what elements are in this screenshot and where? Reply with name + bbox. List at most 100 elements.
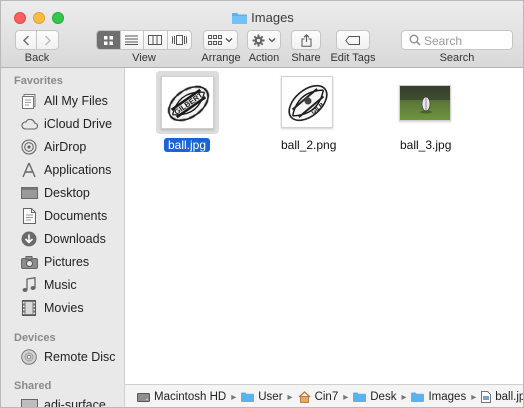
folder-icon [232,12,248,27]
movies-icon [20,300,38,316]
file-thumbnail-ball-2-png[interactable]: GILB [281,76,333,128]
share-icon [301,33,311,47]
airdrop-icon [20,139,38,155]
chevron-right-icon: ▸ [401,391,407,403]
all-files-icon [20,93,38,109]
sidebar-item-label: Desktop [44,186,90,200]
sidebar-item-label: Applications [44,163,112,177]
file-thumbnail-ball-jpg[interactable]: GILBERT [161,76,214,129]
chevron-down-icon [225,38,233,43]
path-item-macintosh-hd[interactable]: Macintosh HD [137,391,226,403]
cover-flow-button[interactable] [168,31,191,49]
path-item-label: Desk [370,391,397,403]
ball-on-grass-image [400,86,450,120]
sidebar-item-airdrop[interactable]: AirDrop [1,136,124,158]
sidebar-item-remote-disc[interactable]: Remote Disc [1,346,124,368]
sidebar-item-documents[interactable]: Documents [1,205,124,227]
downloads-icon [20,231,38,247]
window-title: Images [1,10,523,27]
arrange-label: Arrange [201,52,241,64]
path-item-label: Cin7 [314,391,339,403]
cloud-icon [20,116,38,132]
path-item-desktop[interactable]: Desk [353,391,396,403]
sidebar-item-pictures[interactable]: Pictures [1,251,124,273]
back-forward-control [15,30,59,50]
sidebar-item-music[interactable]: Music [1,274,124,296]
columns-icon [148,35,163,45]
path-bar: Macintosh HD ▸ User ▸ Cin7 ▸ Desk ▸ Imag… [125,384,523,407]
sidebar-item-label: Movies [44,301,84,315]
sidebar-item-movies[interactable]: Movies [1,297,124,319]
sidebar-item-label: Remote Disc [44,350,116,364]
sidebar-item-label: AirDrop [44,140,87,154]
file-icon [481,391,492,403]
hard-drive-icon [137,392,150,403]
network-icon [20,397,38,407]
search-field[interactable] [401,30,513,50]
list-icon [125,35,139,45]
back-button[interactable] [16,31,38,49]
cover-flow-icon [171,35,187,45]
devices-header: Devices [14,332,56,344]
sidebar-item-label: Downloads [44,232,106,246]
folder-icon [353,392,367,402]
path-item-users[interactable]: User [241,391,283,403]
share-button[interactable] [291,30,321,50]
action-button[interactable] [247,30,281,50]
file-name-ball-2-png[interactable]: ball_2.png [281,138,336,152]
sidebar-item-icloud-drive[interactable]: iCloud Drive [1,113,124,135]
arrange-grid-icon [208,34,222,45]
tag-icon [345,35,360,45]
path-item-home[interactable]: Cin7 [298,391,339,403]
grid-icon [103,35,113,45]
chevron-down-icon [268,38,276,43]
sidebar-item-label: Music [44,278,77,292]
rugby-ball-image: GILB [282,77,332,127]
finder-window: Images Back View Arrange Action Share Ed… [0,0,524,408]
gear-icon [252,34,265,46]
icon-view-button[interactable] [97,31,121,49]
edit-tags-label: Edit Tags [330,52,376,64]
arrange-button[interactable] [203,30,238,50]
search-input[interactable] [424,33,510,48]
list-view-button[interactable] [121,31,144,49]
view-label: View [132,52,156,64]
chevron-right-icon: ▸ [343,391,349,403]
desktop-icon [20,185,38,201]
search-label: Search [439,52,475,64]
path-item-label: Macintosh HD [154,391,227,403]
edit-tags-button[interactable] [336,30,370,50]
path-item-ball-jpg[interactable]: ball.jpg [481,391,523,403]
sidebar-item-label: Pictures [44,255,90,269]
file-name-ball-3-jpg[interactable]: ball_3.jpg [400,138,451,152]
sidebar-item-applications[interactable]: Applications [1,159,124,181]
chevron-right-icon: ▸ [287,391,293,403]
sidebar: Favorites All My Files iCloud Drive AirD… [1,68,125,408]
sidebar-item-label: All My Files [44,94,108,108]
sidebar-item-label: Documents [44,209,108,223]
documents-icon [20,208,38,224]
path-item-images[interactable]: Images [411,391,466,403]
pictures-icon [20,254,38,270]
file-name-ball-jpg[interactable]: ball.jpg [164,138,211,152]
toolbar: Images Back View Arrange Action Share Ed… [1,1,523,68]
sidebar-item-all-my-files[interactable]: All My Files [1,90,124,112]
chevron-right-icon: ▸ [471,391,477,403]
path-item-label: ball.jpg [495,391,523,403]
sidebar-item-label: iCloud Drive [44,117,113,131]
sidebar-item-adi-surface[interactable]: adi-surface [1,394,124,408]
music-icon [20,277,38,293]
share-label: Share [291,52,321,64]
view-mode-control [96,30,192,50]
sidebar-item-downloads[interactable]: Downloads [1,228,124,250]
file-thumbnail-ball-3-jpg[interactable] [399,85,451,121]
action-label: Action [248,52,280,64]
folder-icon [411,392,425,402]
folder-icon [241,392,255,402]
sidebar-item-desktop[interactable]: Desktop [1,182,124,204]
column-view-button[interactable] [144,31,168,49]
sidebar-item-label: adi-surface [44,398,106,408]
path-item-label: User [258,391,283,403]
forward-button[interactable] [37,31,58,49]
applications-icon [20,162,38,178]
